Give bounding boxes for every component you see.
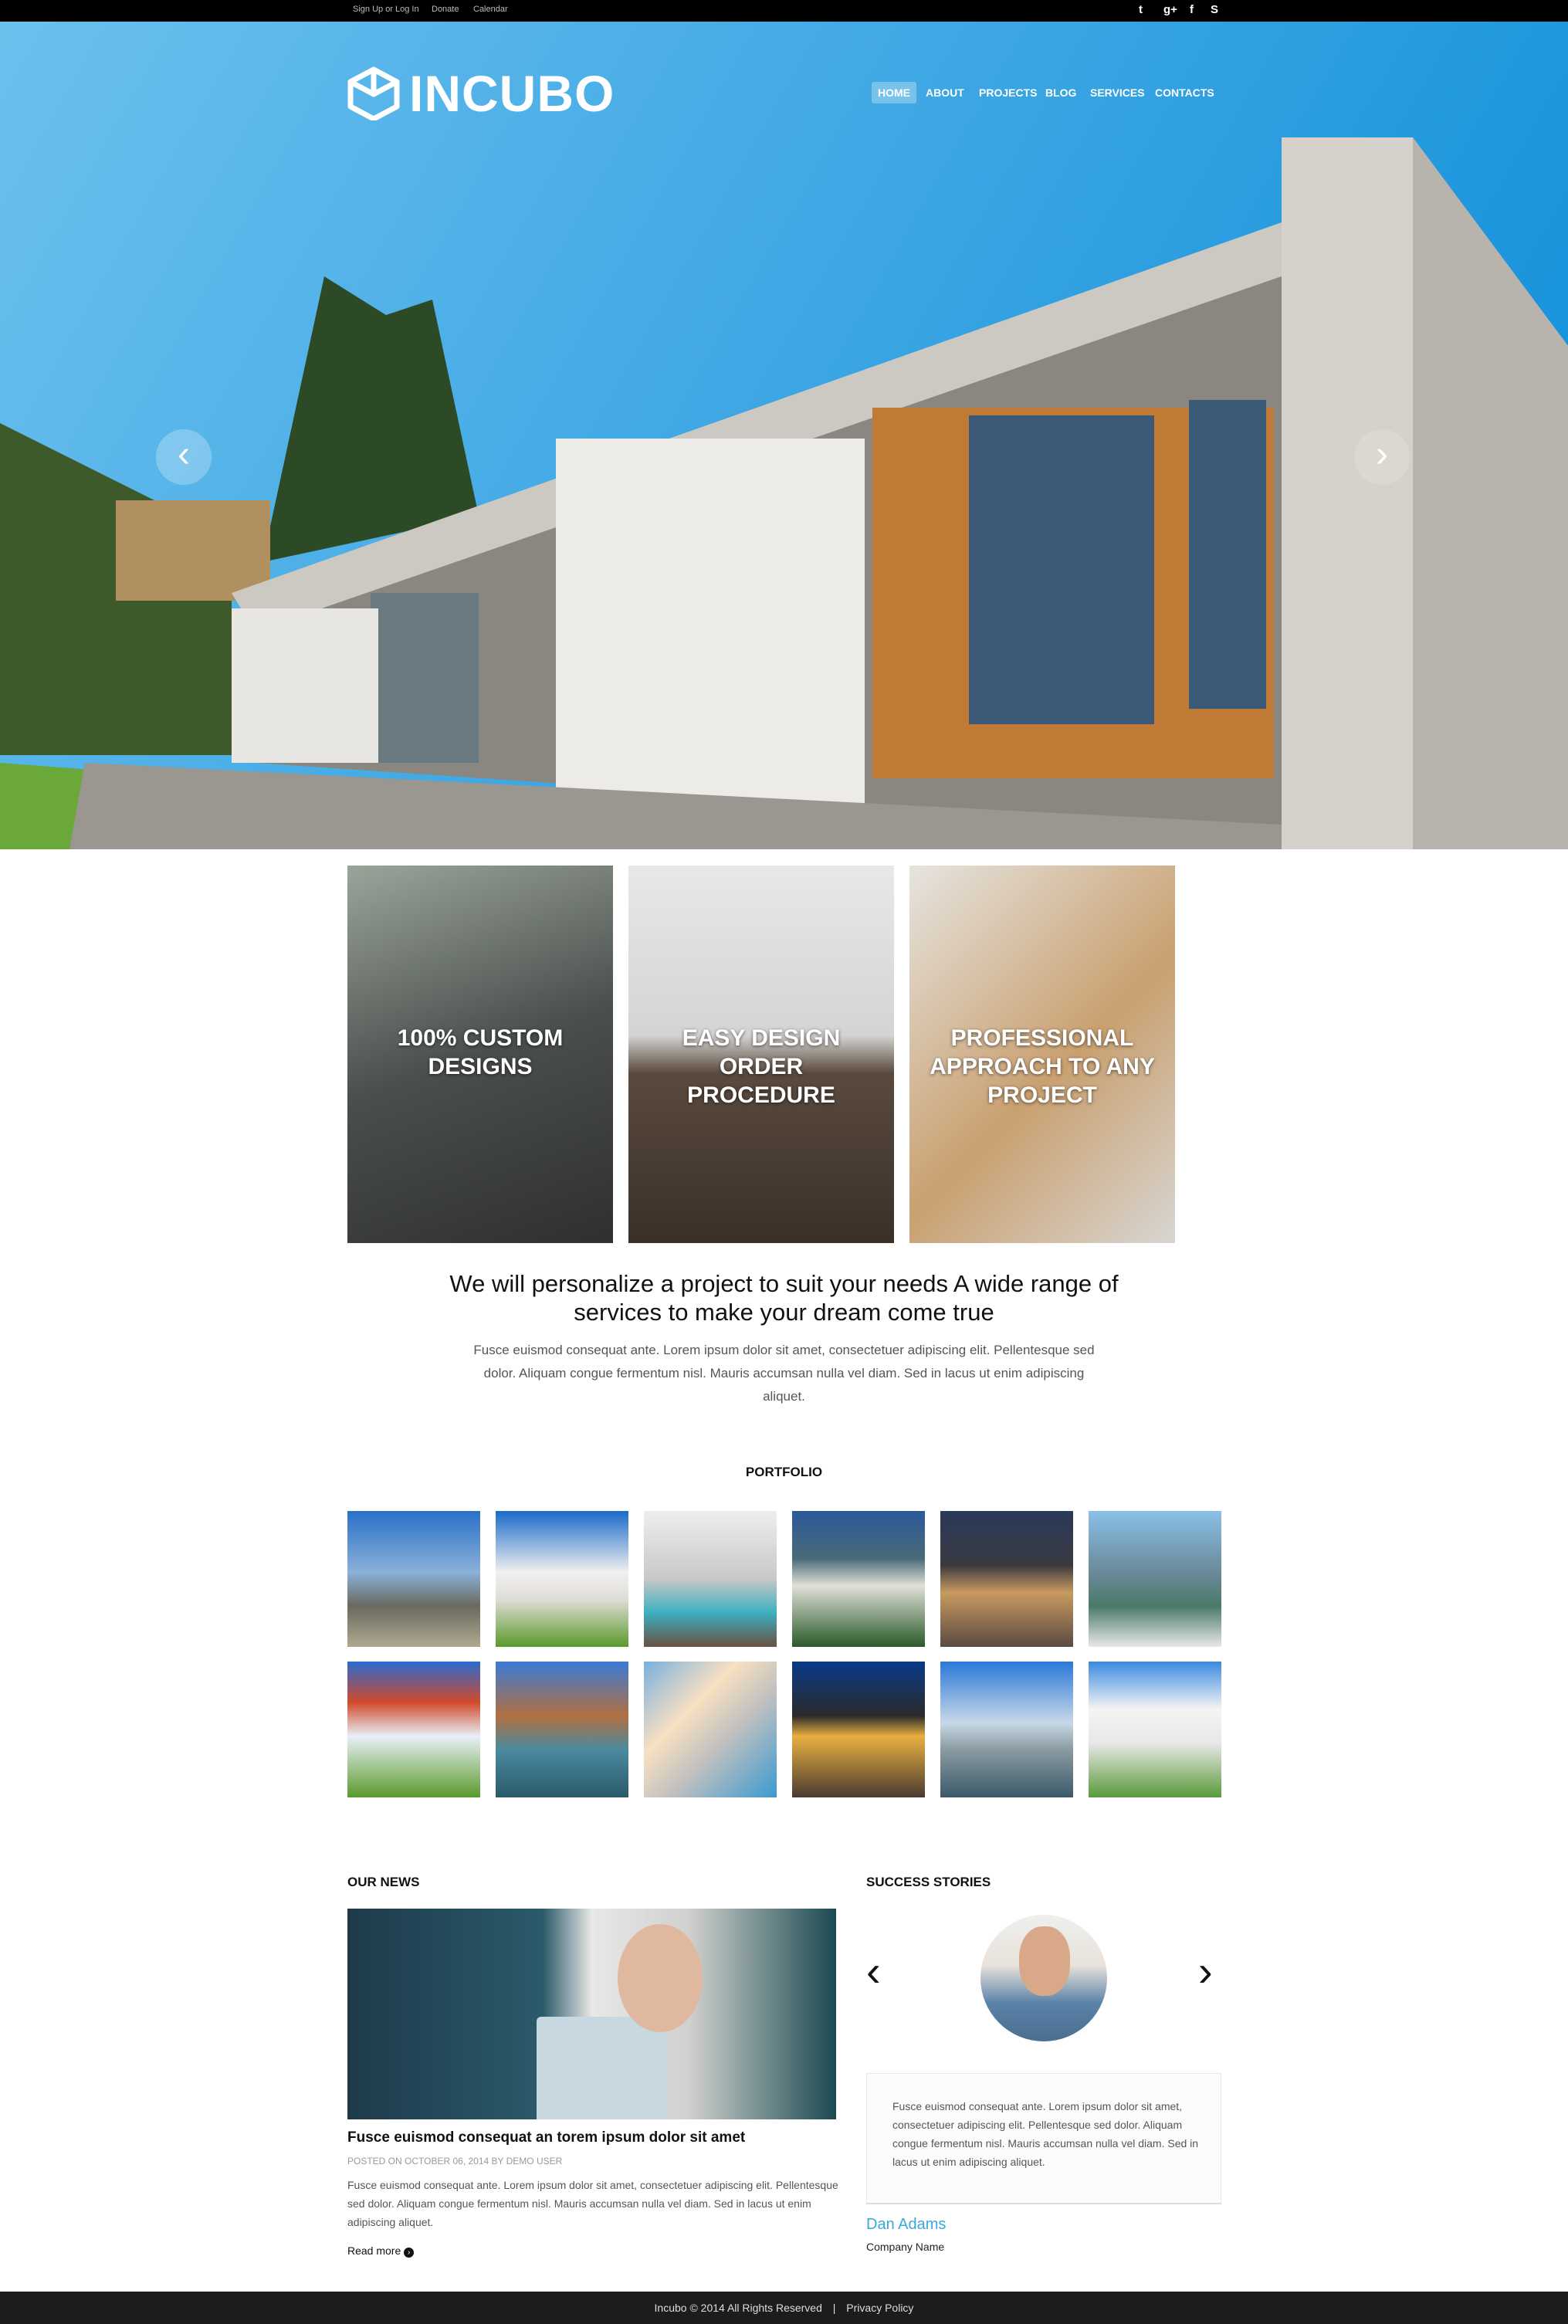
intro-text: Fusce euismod consequat ante. Lorem ipsu… [473,1343,1095,1404]
testimonial-company: Company Name [866,2241,945,2253]
portfolio-item[interactable] [496,1511,628,1647]
footer: Incubo © 2014 All Rights Reserved | Priv… [0,2292,1568,2324]
privacy-policy-link[interactable]: Privacy Policy [846,2302,913,2314]
portfolio-item[interactable] [792,1511,925,1647]
stories-title: SUCCESS STORIES [866,1875,991,1889]
read-more-label: Read more [347,2244,401,2257]
chevron-circle-right-icon: › [404,2248,415,2258]
footer-separator: | [832,2302,836,2314]
signup-login-link[interactable]: Sign Up or Log In [353,5,419,14]
twitter-icon[interactable]: t [1139,3,1143,16]
intro-heading: We will personalize a project to suit yo… [449,1270,1119,1326]
feature-tile-custom-designs[interactable]: 100% CUSTOM DESIGNS [347,866,613,1243]
portfolio-item[interactable] [940,1511,1073,1647]
cube-logo-icon [347,66,400,120]
hero-next-button[interactable]: › [1354,429,1410,485]
news-text: Fusce euismod consequat ante. Lorem ipsu… [347,2179,838,2228]
nav-projects[interactable]: PROJECTS [973,82,1043,103]
read-more-link[interactable]: Read more › [347,2244,415,2258]
portfolio-item[interactable] [1089,1662,1221,1797]
nav-home[interactable]: HOME [872,82,916,103]
portfolio-item[interactable] [496,1662,628,1797]
logo[interactable]: INCUBO [347,64,615,122]
stories-next-button[interactable]: › [1198,1946,1213,1996]
portfolio-item[interactable] [1089,1511,1221,1647]
donate-link[interactable]: Donate [432,5,459,14]
calendar-link[interactable]: Calendar [473,5,508,14]
testimonial-quote: Fusce euismod consequat ante. Lorem ipsu… [892,2100,1199,2168]
testimonial-box: Fusce euismod consequat ante. Lorem ipsu… [866,2073,1221,2204]
google-plus-icon[interactable]: g+ [1163,3,1177,16]
portfolio-item[interactable] [347,1511,480,1647]
feature-caption: EASY DESIGN ORDER PROCEDURE [682,1025,841,1108]
testimonial-name: Dan Adams [866,2216,947,2233]
avatar [980,1915,1107,2041]
news-post-title[interactable]: Fusce euismod consequat an torem ipsum d… [347,2129,745,2146]
facebook-icon[interactable]: f [1190,3,1194,16]
nav-blog[interactable]: BLOG [1039,82,1082,103]
nav-services[interactable]: SERVICES [1084,82,1151,103]
news-meta: POSTED ON OCTOBER 06, 2014 BY DEMO USER [347,2156,563,2166]
portfolio-item[interactable] [940,1662,1073,1797]
feature-caption: PROFESSIONAL APPROACH TO ANY PROJECT [930,1025,1155,1108]
portfolio-item[interactable] [347,1662,480,1797]
nav-about[interactable]: ABOUT [919,82,970,103]
feature-caption: 100% CUSTOM DESIGNS [397,1025,564,1079]
portfolio-item[interactable] [792,1662,925,1797]
feature-tile-professional[interactable]: PROFESSIONAL APPROACH TO ANY PROJECT [909,866,1175,1243]
skype-icon[interactable]: S [1211,3,1218,16]
portfolio-title: PORTFOLIO [745,1465,823,1479]
hero-image [0,22,1568,849]
portfolio-item[interactable] [644,1511,777,1647]
stories-prev-button[interactable]: ‹ [866,1946,881,1996]
hero-prev-button[interactable]: ‹ [156,429,212,485]
logo-text: INCUBO [409,64,615,122]
nav-contacts[interactable]: CONTACTS [1149,82,1221,103]
hero-slider: INCUBO HOME ABOUT PROJECTS BLOG SERVICES… [0,22,1568,849]
top-bar: Sign Up or Log In Donate Calendar t g+ f… [0,0,1568,22]
news-title: OUR NEWS [347,1875,420,1889]
portfolio-item[interactable] [644,1662,777,1797]
copyright: Incubo © 2014 All Rights Reserved [654,2302,822,2314]
news-image[interactable] [347,1909,836,2119]
feature-tile-easy-order[interactable]: EASY DESIGN ORDER PROCEDURE [628,866,894,1243]
